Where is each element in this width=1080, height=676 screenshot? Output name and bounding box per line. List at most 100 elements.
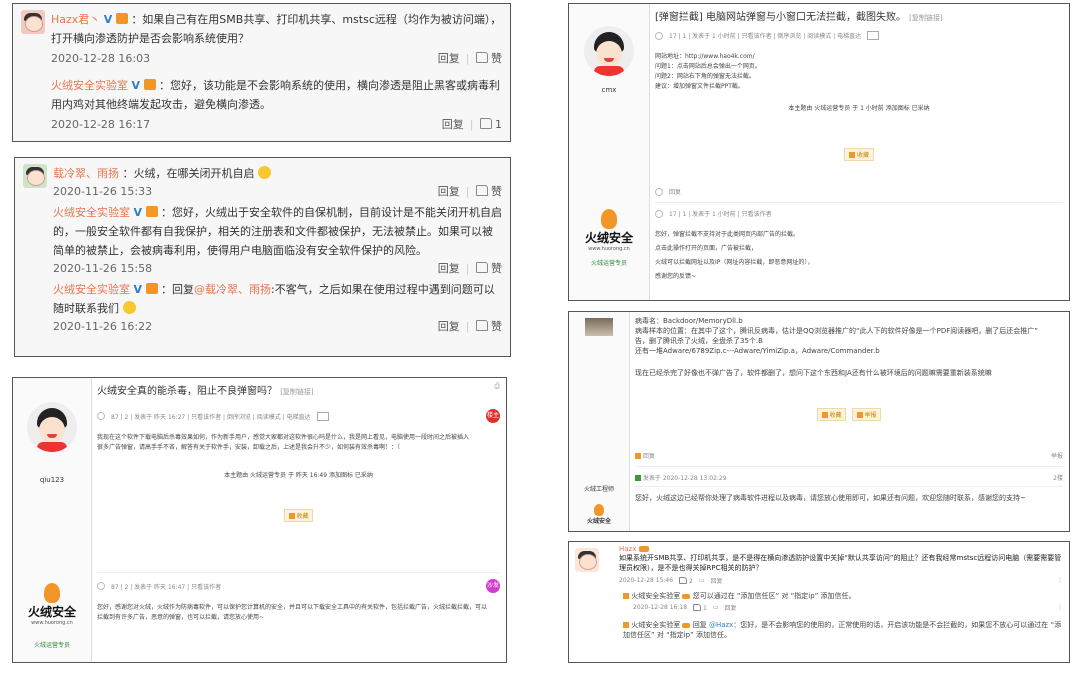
- jump-input[interactable]: [867, 31, 880, 40]
- reply-author[interactable]: 火绒安全实验室: [51, 79, 128, 92]
- like-button[interactable]: 1: [479, 117, 502, 131]
- thumb-up-icon: [693, 603, 702, 611]
- username[interactable]: qiu123: [13, 476, 91, 484]
- forum-thread-card-3: 火绒工程师 火绒安全 病毒名：Backdoor/MemoryDll.b 病毒样本…: [568, 311, 1070, 532]
- view-icon: [97, 582, 105, 590]
- post-body: 我现在这个软件下载电脑后杀毒效果如何，作为新手用户，感觉大家都对这软件很心吗是什…: [97, 434, 470, 451]
- post-meta: 17 | 1 | 发表于 1 小时前 | 只看该作者 | 倒序浏览 | 阅读模式…: [655, 31, 1063, 40]
- reply-author[interactable]: 火绒安全实验室: [53, 283, 130, 296]
- username[interactable]: cmx: [569, 86, 649, 94]
- avatar[interactable]: [623, 593, 629, 599]
- jump-input[interactable]: [316, 411, 329, 421]
- reply-body: 您好，感谢您对火绒，火绒作为防病毒软件，可以保护您计算机的安全，并且可以下载安全…: [97, 604, 488, 621]
- more-icon[interactable]: ⋮: [1057, 604, 1063, 611]
- reply-button[interactable]: 回复: [711, 576, 723, 585]
- user-avatar[interactable]: [584, 26, 634, 76]
- reply-time: 2020-12-28 16:18: [633, 604, 688, 611]
- like-button[interactable]: 赞: [475, 50, 502, 66]
- comment-author[interactable]: 载冷翠、雨扬: [53, 167, 119, 180]
- edit-note: 本主题由 火绒运营专员 于 1 小时前 添加图标 已采纳: [788, 105, 930, 112]
- thumb-up-icon: [475, 52, 488, 63]
- comment-author[interactable]: Hazx君丶: [51, 13, 100, 26]
- mention-link[interactable]: @载冷翠、雨扬: [194, 283, 271, 296]
- post-meta: 87 | 2 | 发表于 昨天 16:27 | 只看该作者 | 倒序浏览 | 阅…: [97, 409, 329, 423]
- comment-author[interactable]: Hazx: [619, 545, 636, 553]
- avatar[interactable]: [575, 548, 599, 572]
- fan-badge-icon: [145, 206, 158, 217]
- verified-icon: V: [133, 206, 143, 219]
- comment-text: 如果系统开SMB共享、打印机共享，是不是得在横向渗透防护设置中关掉“默认共享访问…: [619, 554, 1062, 572]
- reply-author[interactable]: 火绒安全实验室: [53, 206, 130, 219]
- view-icon: [97, 412, 105, 420]
- comment-card-4: Hazx 如果系统开SMB共享、打印机共享，是不是得在横向渗透防护设置中关掉“默…: [568, 541, 1070, 663]
- thumb-up-icon: [479, 117, 492, 129]
- huorong-logo: 火绒安全 www.huorong.cn: [579, 209, 639, 252]
- reply-meta: 87 | 2 | 发表于 昨天 16:47 | 只看该作者: [97, 579, 221, 593]
- reply-button[interactable]: 回复: [442, 116, 464, 132]
- thumb-up-icon: [475, 320, 488, 331]
- user-avatar[interactable]: [585, 318, 613, 336]
- comment-icon: [635, 453, 641, 459]
- edit-note: 本主题由 火绒运营专员 于 昨天 16:49 添加图标 已采纳: [224, 472, 373, 479]
- user-avatar[interactable]: [27, 402, 77, 452]
- fan-badge-icon: [115, 13, 128, 24]
- collect-button[interactable]: 收藏: [283, 509, 314, 522]
- reply-author[interactable]: 火绒安全实验室: [631, 621, 680, 629]
- like-button[interactable]: 1: [693, 603, 707, 612]
- avatar[interactable]: [21, 10, 45, 34]
- reply-button[interactable]: 回复: [655, 187, 1063, 196]
- mention-link[interactable]: @Hazx: [709, 621, 733, 629]
- reply-button[interactable]: 回复: [438, 183, 460, 199]
- weibo-comment-card-2: 载冷翠、雨扬 ：火绒，在哪关闭开机自启 2020-11-26 15:33 回复 …: [14, 157, 511, 357]
- flame-icon: [594, 504, 604, 516]
- print-icon[interactable]: ⎙: [494, 382, 500, 391]
- poster-sidebar: qiu123 火绒安全 www.huorong.cn 火绒运营专员: [13, 378, 92, 662]
- poster-sidebar: 火绒工程师 火绒安全: [569, 312, 630, 531]
- star-icon: [821, 412, 828, 418]
- like-button[interactable]: 2: [679, 576, 693, 585]
- post-body: 病毒名：Backdoor/MemoryDll.b 病毒样本的位置：在其中了这个，…: [635, 317, 1038, 355]
- more-icon[interactable]: ⋮: [1057, 577, 1063, 584]
- smile-emoji-icon: [258, 166, 271, 179]
- floor-badge: 楼主: [486, 409, 500, 423]
- collect-button[interactable]: 收藏: [844, 148, 874, 161]
- reply-button[interactable]: 回复: [438, 318, 460, 334]
- like-button[interactable]: 赞: [475, 260, 502, 276]
- reply-time: 发表于 2020-12-28 13:02:29: [635, 473, 727, 482]
- comment-time: 2020-11-26 15:33: [53, 184, 153, 198]
- forum-thread-card-1: qiu123 火绒安全 www.huorong.cn 火绒运营专员 火绒安全真的…: [12, 377, 507, 663]
- reply-button[interactable]: 回复: [438, 260, 460, 276]
- thread-title: [弹窗拦截] 电脑网站弹窗与小窗口无法拦截，截图失败。 [复制链接]: [655, 12, 943, 23]
- like-button[interactable]: 赞: [475, 183, 502, 199]
- reply-button[interactable]: 回复: [438, 50, 460, 66]
- thread-title: 火绒安全真的能杀毒，阻止不良弹窗吗？ [复制链接] ⎙: [97, 382, 500, 397]
- reply-author[interactable]: 火绒安全实验室: [631, 592, 680, 600]
- comment-text: ：火绒，在哪关闭开机自启: [122, 167, 255, 180]
- comment-time: 2020-12-28 15:46: [619, 577, 674, 584]
- star-icon: [849, 152, 856, 158]
- avatar[interactable]: [23, 164, 47, 188]
- report-link[interactable]: 举报: [1051, 451, 1063, 460]
- floor-number: 2楼: [1053, 475, 1063, 482]
- collect-button[interactable]: 收藏: [816, 408, 847, 421]
- verified-icon: V: [133, 283, 143, 296]
- comment-time: 2020-12-28 16:03: [51, 51, 151, 65]
- copy-link[interactable]: [复制链接]: [280, 388, 313, 396]
- floor-badge: 沙发: [486, 579, 500, 593]
- star-icon: [288, 513, 295, 519]
- comment-icon[interactable]: ▭: [699, 577, 705, 584]
- avatar[interactable]: [623, 622, 629, 628]
- view-icon: [655, 209, 663, 218]
- reply-body: 您好，火绒这边已经帮你处理了病毒软件进程以及病毒，请您放心使用即可，如果还有问题…: [635, 494, 1026, 502]
- flame-icon: [601, 209, 617, 229]
- reply-button[interactable]: 回复: [725, 603, 737, 612]
- reply-time: 2020-11-26 15:58: [53, 261, 153, 275]
- report-button[interactable]: 举报: [851, 408, 882, 421]
- reply-time: 2020-12-28 16:17: [51, 117, 151, 131]
- level-badge-icon: [682, 623, 691, 628]
- like-button[interactable]: 赞: [475, 318, 502, 334]
- comment-icon[interactable]: ▭: [713, 604, 719, 611]
- copy-link[interactable]: [复制链接]: [909, 14, 942, 22]
- reply-button[interactable]: 回复: [635, 451, 655, 460]
- view-icon: [655, 31, 663, 40]
